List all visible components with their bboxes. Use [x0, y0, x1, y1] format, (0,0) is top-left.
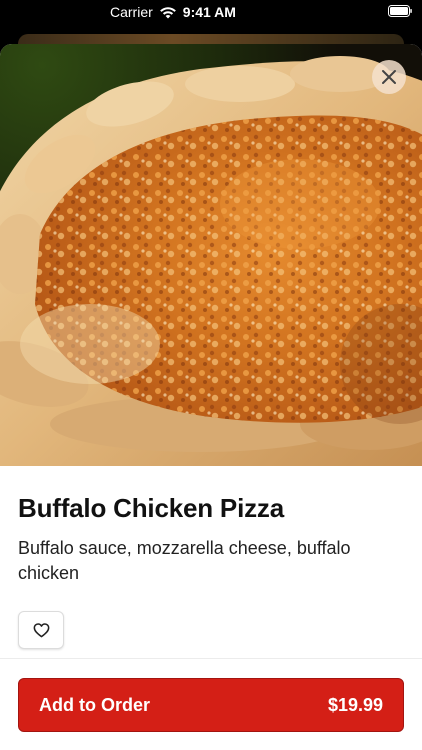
item-detail-sheet: Buffalo Chicken Pizza Buffalo sauce, moz…: [0, 44, 422, 750]
wifi-icon: [159, 6, 176, 18]
clock: 9:41 AM: [182, 4, 236, 20]
add-to-order-button[interactable]: Add to Order $19.99: [18, 678, 404, 732]
divider: [0, 658, 422, 659]
item-description: Buffalo sauce, mozzarella cheese, buffal…: [18, 538, 351, 583]
status-bar: Carrier 9:41 AM: [0, 0, 422, 24]
heart-icon: [33, 622, 49, 637]
favorite-button[interactable]: [18, 611, 64, 649]
add-to-order-label: Add to Order: [39, 694, 150, 715]
battery-icon: [388, 5, 412, 17]
carrier-label: Carrier: [110, 4, 153, 20]
pizza-photo: [0, 44, 422, 466]
close-icon: [382, 70, 396, 84]
price-label: $19.99: [327, 694, 383, 715]
app-screen: Carrier 9:41 AM Buffalo Chicken Pizza Bu…: [0, 0, 422, 750]
pizza-image: [0, 44, 422, 466]
status-left: Carrier 9:41 AM: [110, 4, 236, 20]
close-button[interactable]: [372, 60, 406, 94]
item-title: Buffalo Chicken Pizza: [18, 493, 284, 523]
